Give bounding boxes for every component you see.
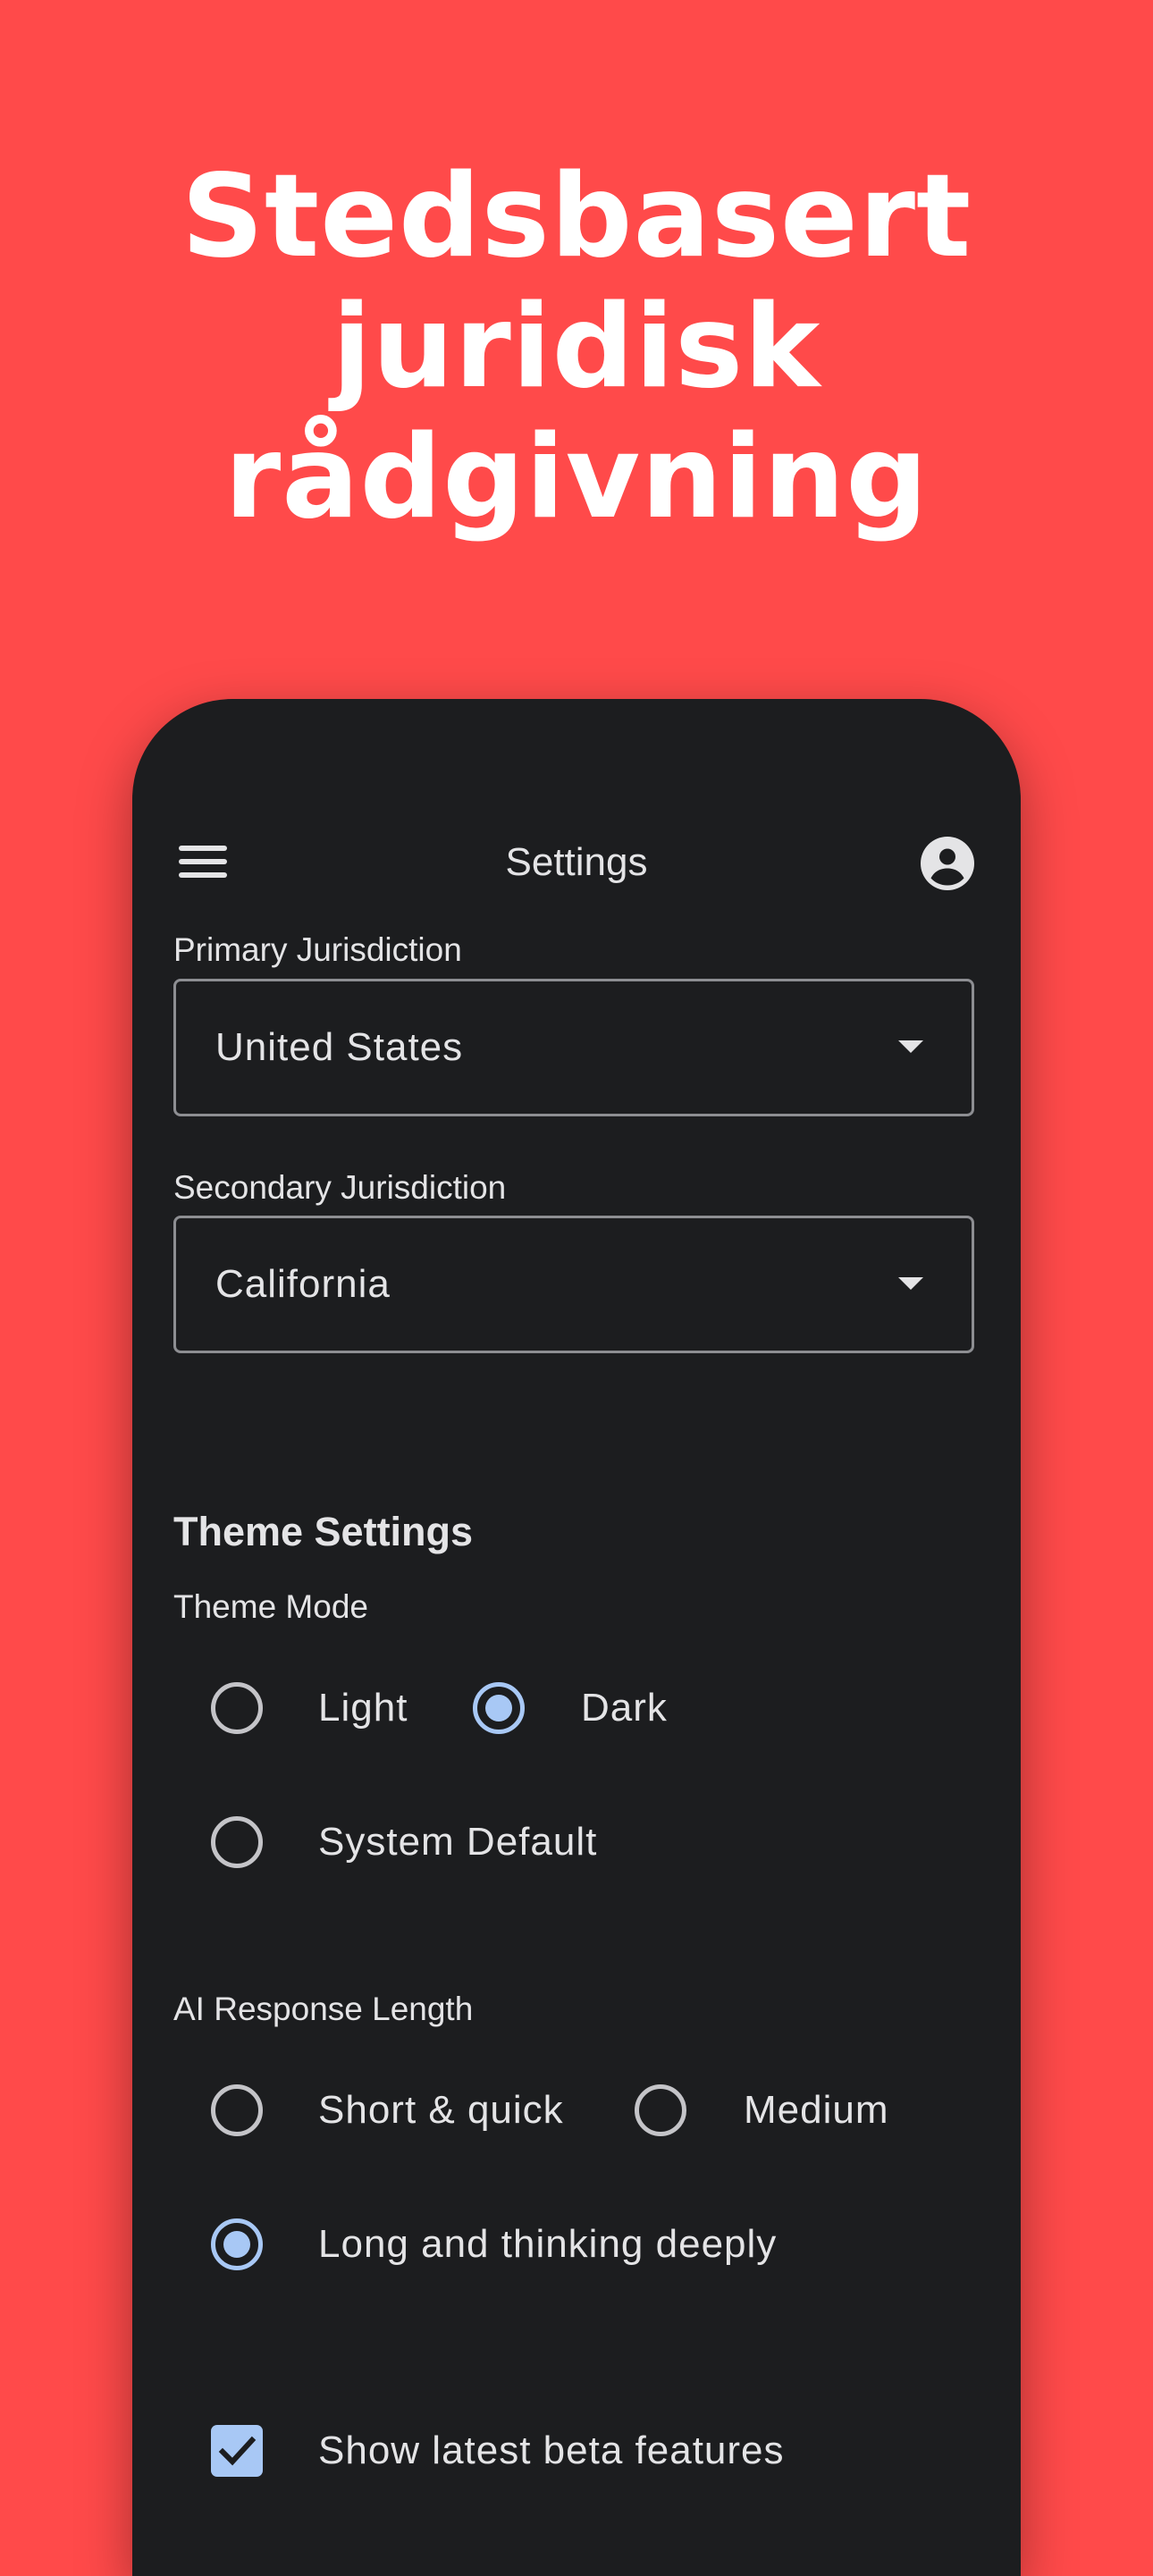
theme-mode-label: Theme Mode xyxy=(173,1588,368,1625)
primary-jurisdiction-label: Primary Jurisdiction xyxy=(173,931,462,968)
headline-line-2: juridisk xyxy=(332,281,821,414)
headline: Stedsbasert juridisk rådgivning xyxy=(0,152,1153,543)
theme-light-radio[interactable] xyxy=(211,1682,263,1734)
theme-dark-radio[interactable] xyxy=(473,1682,525,1734)
account-circle-icon[interactable] xyxy=(921,837,974,890)
response-short-label[interactable]: Short & quick xyxy=(318,2084,564,2136)
secondary-jurisdiction-select[interactable]: California xyxy=(173,1216,974,1353)
theme-system-default-label[interactable]: System Default xyxy=(318,1816,597,1868)
ai-response-length-label: AI Response Length xyxy=(173,1991,474,2027)
theme-system-default-radio[interactable] xyxy=(211,1816,263,1868)
response-long-radio[interactable] xyxy=(211,2218,263,2270)
beta-features-label[interactable]: Show latest beta features xyxy=(318,2425,785,2477)
theme-light-label[interactable]: Light xyxy=(318,1682,408,1734)
app-bar: Settings xyxy=(132,806,1021,919)
secondary-jurisdiction-value: California xyxy=(215,1262,391,1306)
headline-line-3: rådgivning xyxy=(224,411,929,544)
page-title: Settings xyxy=(505,840,648,884)
response-short-radio[interactable] xyxy=(211,2084,263,2136)
theme-dark-label[interactable]: Dark xyxy=(581,1682,668,1734)
response-long-label[interactable]: Long and thinking deeply xyxy=(318,2218,777,2270)
dropdown-arrow-icon xyxy=(898,1277,923,1290)
primary-jurisdiction-value: United States xyxy=(215,1025,464,1069)
response-medium-radio[interactable] xyxy=(635,2084,686,2136)
beta-features-checkbox[interactable] xyxy=(211,2425,263,2477)
theme-settings-heading: Theme Settings xyxy=(173,1509,474,1554)
phone-screen: Settings Primary Jurisdiction United Sta… xyxy=(132,699,1021,2576)
dropdown-arrow-icon xyxy=(898,1040,923,1053)
checkmark-icon xyxy=(218,2436,257,2466)
secondary-jurisdiction-label: Secondary Jurisdiction xyxy=(173,1169,507,1206)
primary-jurisdiction-select[interactable]: United States xyxy=(173,979,974,1116)
response-medium-label[interactable]: Medium xyxy=(744,2084,889,2136)
headline-line-1: Stedsbasert xyxy=(181,150,972,283)
